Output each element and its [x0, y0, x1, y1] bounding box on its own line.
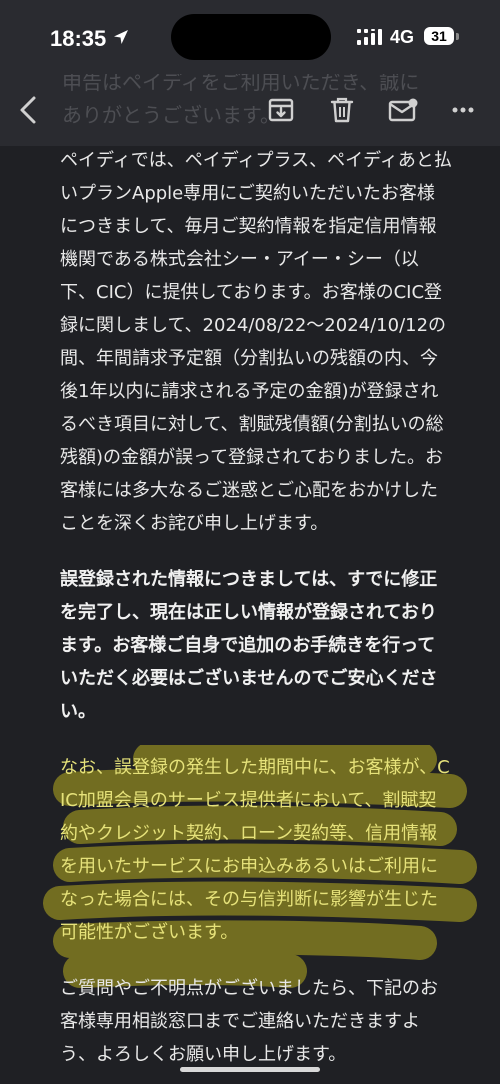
more-horizontal-icon [452, 107, 474, 113]
home-indicator[interactable] [180, 1067, 320, 1072]
mail-toolbar: 申告はペイディをご利用いただき、誠に ありがとうございます。 [0, 74, 500, 146]
mail-unread-icon [388, 98, 418, 122]
status-bar: 18:35 4G 31 [0, 0, 500, 74]
battery-indicator: 31 [424, 27, 454, 45]
battery-tip [456, 33, 459, 40]
back-button[interactable] [8, 90, 48, 130]
chevron-left-icon [20, 96, 36, 124]
dynamic-island [171, 14, 331, 60]
body-paragraph-bold: 誤登録された情報につきましては、すでに修正を完了し、現在は正しい情報が登録されて… [60, 569, 438, 722]
trash-icon [330, 97, 354, 123]
archive-button[interactable] [261, 90, 301, 130]
email-body: ペイディでは、ペイディプラス、ペイディあと払いプランApple専用にご契約いただ… [60, 144, 452, 1071]
mark-unread-button[interactable] [383, 90, 423, 130]
delete-button[interactable] [322, 90, 362, 130]
network-type: 4G [390, 27, 415, 47]
body-paragraph-highlighted: なお、誤登録の発生した期間中に、お客様が、CIC加盟会員のサービス提供者において… [60, 757, 450, 943]
body-paragraph: ご質問やご不明点がございましたら、下記のお客様専用相談窓口までご連絡いただきます… [60, 978, 438, 1065]
signal-strength-icon [357, 29, 382, 45]
more-options-button[interactable] [443, 90, 483, 130]
status-time: 18:35 [50, 26, 107, 51]
location-arrow-icon [114, 30, 128, 44]
body-paragraph: ペイディでは、ペイディプラス、ペイディあと払いプランApple専用にご契約いただ… [60, 150, 452, 534]
archive-icon [268, 98, 294, 122]
